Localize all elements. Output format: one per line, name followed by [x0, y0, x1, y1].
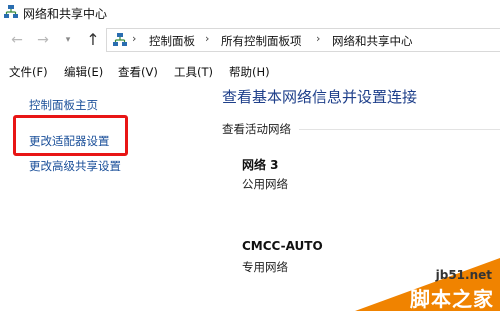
- breadcrumb-all-items[interactable]: 所有控制面板项: [221, 33, 302, 49]
- sidebar-link-control-panel-home[interactable]: 控制面板主页: [29, 97, 98, 113]
- breadcrumb-control-panel[interactable]: 控制面板: [149, 33, 195, 49]
- sidebar-link-change-adapter-settings[interactable]: 更改适配器设置: [29, 133, 110, 149]
- network-center-icon: [4, 5, 18, 18]
- menu-tools[interactable]: 工具(T): [174, 64, 213, 80]
- breadcrumb-network-center[interactable]: 网络和共享中心: [332, 33, 413, 49]
- title-bar: 网络和共享中心: [0, 0, 500, 26]
- menu-bar: 文件(F) 编辑(E) 查看(V) 工具(T) 帮助(H): [0, 60, 500, 82]
- navigation-bar: ← → ▾ ↑ › 控制面板 › 所有控制面板项 › 网络和共享中心: [0, 26, 500, 56]
- active-networks-title: 查看活动网络: [222, 122, 291, 136]
- breadcrumb-separator-icon[interactable]: ›: [316, 32, 320, 45]
- back-arrow-icon[interactable]: ←: [8, 31, 26, 49]
- watermark-name: 脚本之家: [410, 287, 494, 311]
- page-title: 查看基本网络信息并设置连接: [222, 88, 418, 106]
- breadcrumb-separator-icon[interactable]: ›: [132, 32, 136, 45]
- section-divider: [299, 129, 500, 130]
- network-name: 网络 3: [242, 158, 279, 172]
- address-bar[interactable]: › 控制面板 › 所有控制面板项 › 网络和共享中心: [106, 28, 500, 52]
- menu-view[interactable]: 查看(V): [118, 64, 158, 80]
- breadcrumb-separator-icon[interactable]: ›: [205, 32, 209, 45]
- up-arrow-icon[interactable]: ↑: [84, 31, 102, 49]
- watermark-url: jb51.net: [435, 268, 492, 282]
- network-type: 公用网络: [242, 177, 288, 191]
- network-name: CMCC-AUTO: [242, 239, 323, 253]
- menu-help[interactable]: 帮助(H): [229, 64, 270, 80]
- menu-file[interactable]: 文件(F): [9, 64, 48, 80]
- forward-arrow-icon[interactable]: →: [34, 31, 52, 49]
- control-panel-icon: [113, 33, 127, 46]
- menu-edit[interactable]: 编辑(E): [64, 64, 103, 80]
- window-title: 网络和共享中心: [23, 7, 108, 21]
- network-type: 专用网络: [242, 260, 288, 274]
- recent-locations-dropdown-icon[interactable]: ▾: [59, 31, 77, 49]
- sidebar-link-advanced-sharing-settings[interactable]: 更改高级共享设置: [29, 158, 121, 174]
